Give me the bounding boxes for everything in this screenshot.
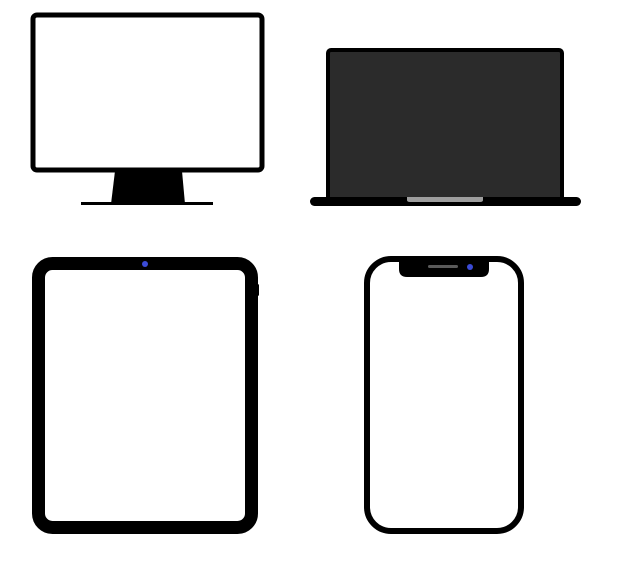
tablet-body — [32, 257, 258, 534]
desktop-monitor-icon — [30, 12, 265, 205]
phone-camera — [467, 264, 473, 270]
phone-body — [364, 256, 524, 534]
laptop-hinge — [407, 197, 483, 202]
monitor-stand — [111, 171, 185, 204]
tablet-camera — [142, 261, 148, 267]
phone-speaker — [428, 265, 458, 268]
tablet-icon — [32, 257, 259, 534]
laptop-icon — [310, 48, 581, 206]
monitor-base — [81, 202, 213, 205]
smartphone-icon — [364, 256, 524, 534]
monitor-screen — [30, 12, 265, 173]
device-icons-canvas — [30, 12, 581, 534]
laptop-screen — [326, 48, 564, 202]
